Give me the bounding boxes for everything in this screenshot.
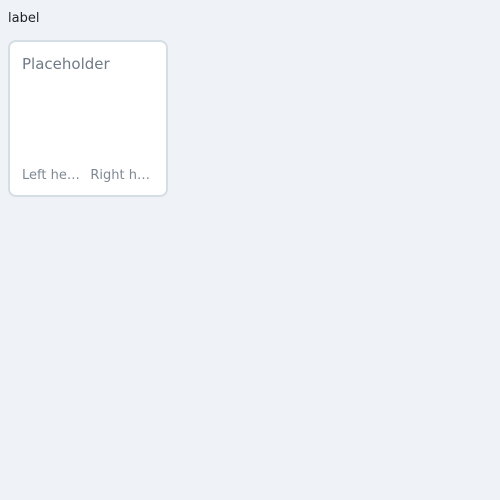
helper-text-left: Left he… [22, 168, 80, 183]
helper-text-row: Left he… Right h… [22, 168, 150, 184]
textarea-field[interactable]: Placeholder Left he… Right h… [8, 40, 168, 197]
helper-text-right: Right h… [90, 168, 150, 183]
placeholder-text: Placeholder [22, 55, 110, 73]
field-label: label [8, 11, 40, 26]
